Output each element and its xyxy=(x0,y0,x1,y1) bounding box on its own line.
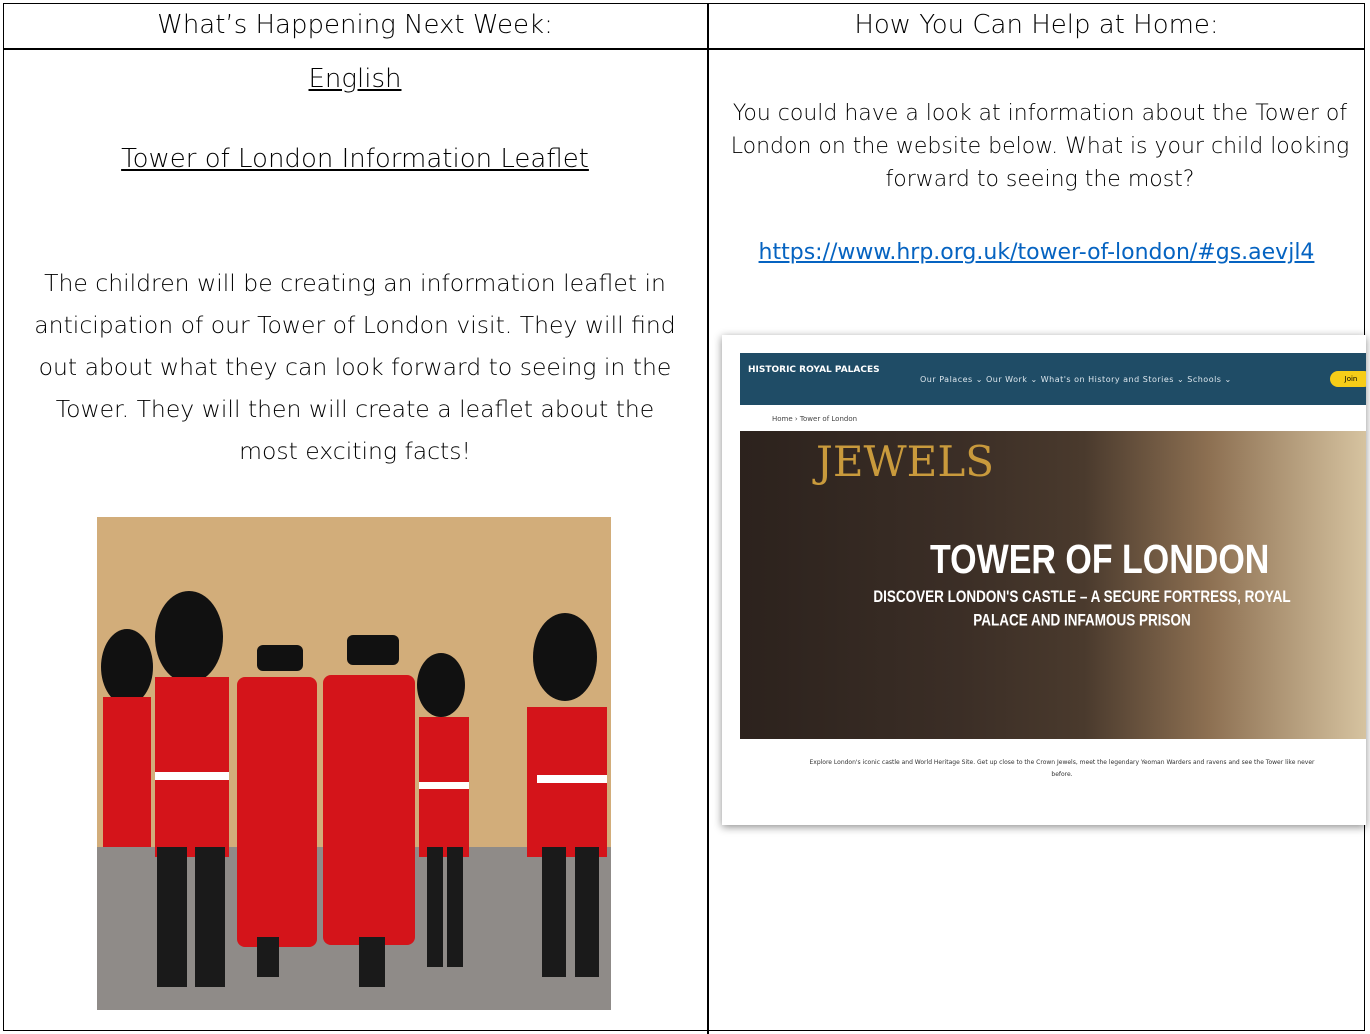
website-link[interactable]: https://www.hrp.org.uk/tower-of-london/#… xyxy=(708,240,1365,265)
description-text: The children will be creating an informa… xyxy=(34,269,676,465)
hero-subtitle: DISCOVER LONDON'S CASTLE – A SECURE FORT… xyxy=(873,586,1291,630)
help-text: You could have a look at information abo… xyxy=(730,101,1350,192)
site-hero: JEWELS TOWER OF LONDON DISCOVER LONDON'S… xyxy=(740,431,1366,739)
subject-heading: English xyxy=(308,64,402,94)
site-menu: Our Palaces ⌄ Our Work ⌄ What's on Histo… xyxy=(920,375,1232,384)
hero-banner-word: JEWELS xyxy=(816,437,994,486)
header-divider xyxy=(3,48,1365,50)
guards-photo xyxy=(97,517,611,1010)
site-nav-bar: HISTORIC ROYAL PALACES Our Palaces ⌄ Our… xyxy=(740,353,1366,405)
website-screenshot: HISTORIC ROYAL PALACES Our Palaces ⌄ Our… xyxy=(722,335,1366,825)
topic-title: Tower of London Information Leaflet xyxy=(121,144,589,174)
site-body-text: Explore London's iconic castle and World… xyxy=(809,759,1315,778)
site-logo: HISTORIC ROYAL PALACES xyxy=(748,365,880,375)
site-breadcrumb: Home › Tower of London xyxy=(772,415,858,423)
header-left: What’s Happening Next Week: xyxy=(157,10,553,40)
column-divider xyxy=(707,3,709,1034)
header-right: How You Can Help at Home: xyxy=(854,10,1219,40)
hero-title: TOWER OF LONDON xyxy=(930,537,1270,583)
guards-illustration xyxy=(97,517,611,1010)
site-button: Join xyxy=(1330,371,1366,387)
